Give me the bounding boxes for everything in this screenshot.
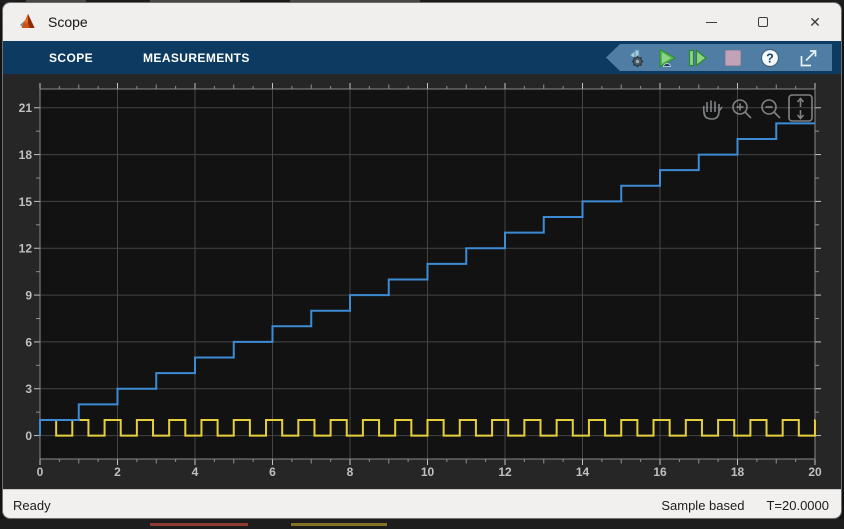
y-tick-label: 18 xyxy=(19,148,33,162)
x-tick-label: 12 xyxy=(498,465,512,479)
minimize-button[interactable] xyxy=(685,3,737,41)
scope-window: Scope ✕ SCOPE MEASUREMENTS ? 0 2 4 6 8 1… xyxy=(2,2,842,519)
desktop-background: Scope ✕ SCOPE MEASUREMENTS ? 0 2 4 6 8 1… xyxy=(0,0,844,529)
tab-measurements[interactable]: MEASUREMENTS xyxy=(143,51,250,65)
sample-mode-label: Sample based xyxy=(661,497,745,513)
background-window-bottom-edge xyxy=(0,519,844,529)
undock-icon xyxy=(800,49,817,66)
svg-text:?: ? xyxy=(766,51,774,65)
statusbar: Ready Sample based T=20.0000 xyxy=(3,489,841,518)
maximize-button[interactable] xyxy=(737,3,789,41)
matlab-logo-icon xyxy=(20,14,35,28)
minimize-icon xyxy=(705,21,717,23)
background-signal-line xyxy=(150,523,248,526)
sim-time-label: T=20.0000 xyxy=(766,497,829,513)
simulation-toolband: ? xyxy=(606,44,832,71)
stop-icon xyxy=(725,49,741,66)
y-tick-label: 9 xyxy=(25,289,32,303)
run-icon xyxy=(659,48,677,67)
help-button[interactable]: ? xyxy=(759,47,781,69)
step-forward-button[interactable] xyxy=(686,47,708,69)
x-tick-label: 14 xyxy=(576,465,590,479)
close-icon: ✕ xyxy=(809,14,821,30)
titlebar[interactable]: Scope ✕ xyxy=(3,3,841,41)
x-tick-label: 20 xyxy=(808,465,822,479)
x-tick-label: 0 xyxy=(37,465,44,479)
x-tick-label: 16 xyxy=(653,465,667,479)
background-signal-line xyxy=(291,523,387,526)
y-tick-label: 12 xyxy=(19,242,33,256)
x-tick-label: 10 xyxy=(421,465,435,479)
status-text: Ready xyxy=(13,497,51,513)
y-tick-label: 21 xyxy=(19,101,33,115)
x-tick-label: 2 xyxy=(114,465,121,479)
window-title: Scope xyxy=(48,14,88,30)
x-tick-label: 6 xyxy=(269,465,276,479)
step-forward-icon xyxy=(688,48,707,67)
stop-button[interactable] xyxy=(722,47,744,69)
y-tick-label: 6 xyxy=(25,335,32,349)
scope-display: 0 2 4 6 8 10 12 14 16 18 20 0 3 6 9 12 15 18 21 xyxy=(3,74,841,489)
y-tick-label: 3 xyxy=(25,382,32,396)
maximize-icon xyxy=(758,17,768,27)
close-button[interactable]: ✕ xyxy=(789,3,841,41)
stepping-options-icon xyxy=(629,48,644,67)
help-icon: ? xyxy=(760,48,780,67)
x-tick-label: 18 xyxy=(731,465,745,479)
stepping-options-button[interactable] xyxy=(626,47,648,69)
run-button[interactable] xyxy=(656,47,678,69)
x-tick-label: 4 xyxy=(192,465,199,479)
toolstrip-tabbar: SCOPE MEASUREMENTS ? xyxy=(3,41,841,74)
x-tick-label: 8 xyxy=(347,465,354,479)
y-tick-label: 15 xyxy=(19,195,33,209)
undock-button[interactable] xyxy=(797,47,819,69)
y-tick-label: 0 xyxy=(25,429,32,443)
tab-scope[interactable]: SCOPE xyxy=(49,51,93,65)
scope-plot[interactable]: 0 2 4 6 8 10 12 14 16 18 20 0 3 6 9 12 15 18 21 xyxy=(3,74,841,489)
